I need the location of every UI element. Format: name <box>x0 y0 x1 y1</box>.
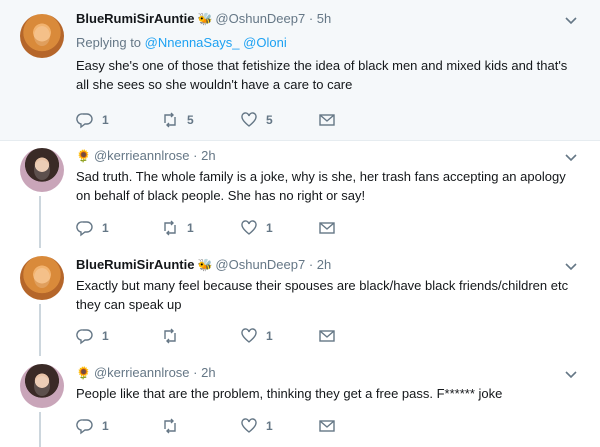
heart-icon <box>241 418 257 433</box>
like-count: 1 <box>266 419 273 433</box>
chevron-down-icon[interactable] <box>564 259 578 273</box>
replying-to-label: Replying to <box>76 35 142 50</box>
envelope-icon <box>319 114 335 126</box>
mention-link[interactable]: @Oloni <box>243 35 287 50</box>
replying-to: Replying to @NnennaSays_ @Oloni <box>76 35 287 50</box>
reply-count: 1 <box>102 329 109 343</box>
tweet-3[interactable]: BlueRumiSirAuntie 🐝 @OshunDeep7 · 2h Exact… <box>0 249 600 352</box>
retweet-button[interactable]: 5 <box>161 110 194 130</box>
avatar[interactable] <box>20 148 64 192</box>
thread-line <box>39 304 41 356</box>
like-button[interactable]: 1 <box>240 416 273 436</box>
chevron-down-icon[interactable] <box>564 367 578 381</box>
envelope-icon <box>319 420 335 432</box>
retweet-icon <box>164 112 176 128</box>
heart-icon <box>241 220 257 235</box>
direct-message-button[interactable] <box>318 326 344 346</box>
retweet-button[interactable] <box>161 326 187 346</box>
tweet-1[interactable]: BlueRumiSirAuntie 🐝 @OshunDeep7 · 5h Reply… <box>0 0 600 140</box>
user-handle[interactable]: @kerrieannlrose <box>94 365 190 380</box>
reply-icon <box>76 113 93 129</box>
reply-button[interactable]: 1 <box>76 110 109 130</box>
display-name[interactable]: BlueRumiSirAuntie <box>76 11 194 26</box>
reply-count: 1 <box>102 221 109 235</box>
envelope-icon <box>319 330 335 342</box>
bee-emoji: 🐝 <box>197 12 213 26</box>
user-handle[interactable]: @OshunDeep7 <box>215 257 305 272</box>
like-count: 1 <box>266 329 273 343</box>
direct-message-button[interactable] <box>318 110 344 130</box>
reply-button[interactable]: 1 <box>76 326 109 346</box>
reply-count: 1 <box>102 113 109 127</box>
retweet-count: 5 <box>187 113 194 127</box>
tweet-header: 🌻 @kerrieannlrose · 2h <box>76 365 216 380</box>
retweet-count: 1 <box>187 221 194 235</box>
reply-icon <box>76 419 93 435</box>
retweet-button[interactable] <box>161 416 187 436</box>
reply-icon <box>76 329 93 345</box>
thread-line <box>39 196 41 248</box>
sunflower-emoji: 🌻 <box>76 366 91 380</box>
like-button[interactable]: 5 <box>240 110 273 130</box>
retweet-icon <box>164 418 176 434</box>
timestamp[interactable]: · 5h <box>309 11 331 26</box>
tweet-2[interactable]: 🌻 @kerrieannlrose · 2h Sad truth. The who… <box>0 141 600 245</box>
like-button[interactable]: 1 <box>240 218 273 238</box>
reply-button[interactable]: 1 <box>76 218 109 238</box>
tweet-4[interactable]: 🌻 @kerrieannlrose · 2h People like that a… <box>0 357 600 447</box>
heart-icon <box>241 328 257 343</box>
timestamp[interactable]: · 2h <box>193 365 215 380</box>
avatar[interactable] <box>20 256 64 300</box>
bee-emoji: 🐝 <box>197 258 213 272</box>
tweet-header: BlueRumiSirAuntie 🐝 @OshunDeep7 · 5h <box>76 11 331 26</box>
reply-button[interactable]: 1 <box>76 416 109 436</box>
chevron-down-icon[interactable] <box>564 13 578 27</box>
tweet-text: Exactly but many feel because their spou… <box>76 278 569 312</box>
user-handle[interactable]: @OshunDeep7 <box>215 11 305 26</box>
envelope-icon <box>319 222 335 234</box>
direct-message-button[interactable] <box>318 416 344 436</box>
timestamp[interactable]: · 2h <box>309 257 331 272</box>
like-button[interactable]: 1 <box>240 326 273 346</box>
like-count: 1 <box>266 221 273 235</box>
display-name[interactable]: BlueRumiSirAuntie <box>76 257 194 272</box>
tweet-header: 🌻 @kerrieannlrose · 2h <box>76 148 216 163</box>
chevron-down-icon[interactable] <box>564 150 578 164</box>
avatar[interactable] <box>20 364 64 408</box>
retweet-icon <box>164 328 176 344</box>
tweet-header: BlueRumiSirAuntie 🐝 @OshunDeep7 · 2h <box>76 257 331 272</box>
tweet-text: People like that are the problem, thinki… <box>76 386 503 401</box>
timestamp[interactable]: · 2h <box>193 148 215 163</box>
sunflower-emoji: 🌻 <box>76 149 91 163</box>
retweet-button[interactable]: 1 <box>161 218 194 238</box>
retweet-icon <box>164 220 176 236</box>
direct-message-button[interactable] <box>318 218 344 238</box>
reply-count: 1 <box>102 419 109 433</box>
heart-icon <box>241 112 257 127</box>
tweet-text: Easy she's one of those that fetishize t… <box>76 58 568 92</box>
avatar[interactable] <box>20 14 64 58</box>
tweet-text: Sad truth. The whole family is a joke, w… <box>76 169 566 203</box>
user-handle[interactable]: @kerrieannlrose <box>94 148 190 163</box>
thread-line <box>39 412 41 447</box>
like-count: 5 <box>266 113 273 127</box>
mention-link[interactable]: @NnennaSays_ <box>145 35 240 50</box>
reply-icon <box>76 221 93 237</box>
